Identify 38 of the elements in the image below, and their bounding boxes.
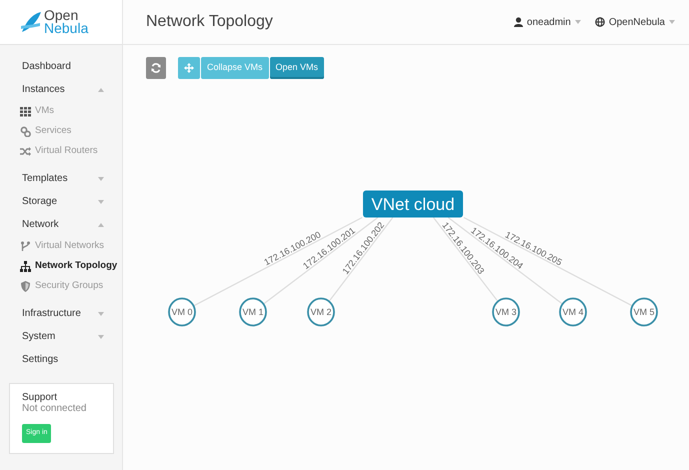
sidebar-item[interactable]: System xyxy=(22,329,56,344)
caret-icon xyxy=(669,20,675,24)
branch-icon xyxy=(20,240,31,252)
globe-icon xyxy=(594,17,605,27)
vm-node[interactable]: VM 3 xyxy=(492,298,520,326)
sidebar-item[interactable]: Instances xyxy=(22,82,65,97)
user-icon xyxy=(514,17,523,27)
refresh-button[interactable] xyxy=(146,57,166,79)
gears-icon xyxy=(20,126,31,136)
vm-node[interactable]: VM 2 xyxy=(307,298,335,326)
caret-icon xyxy=(574,20,581,24)
vm-node[interactable]: VM 1 xyxy=(239,298,267,326)
logo-icon xyxy=(20,10,42,34)
vm-node[interactable]: VM 5 xyxy=(630,298,658,326)
support-status: Not connected xyxy=(22,403,88,414)
vm-node[interactable]: VM 4 xyxy=(559,298,587,326)
sitemap-icon xyxy=(20,260,31,272)
page-title: Network Topology xyxy=(146,12,273,32)
sidebar-item[interactable]: Templates xyxy=(22,171,68,186)
toolbar-button[interactable]: Open VMs xyxy=(270,57,324,79)
sidebar-item[interactable]: Network xyxy=(22,217,59,232)
sidebar-item[interactable]: Storage xyxy=(22,194,58,209)
shuffle-icon xyxy=(20,146,31,156)
logo-text: Open Nebula xyxy=(44,9,88,35)
move-button[interactable] xyxy=(178,57,200,79)
move-icon xyxy=(184,63,194,73)
zone-menu[interactable]: OpenNebula xyxy=(608,14,665,30)
network-node[interactable]: VNet cloud xyxy=(363,190,463,218)
sidebar-subitem[interactable]: Network Topology xyxy=(0,256,122,276)
sidebar-item[interactable]: Settings xyxy=(22,352,58,367)
vm-node[interactable]: VM 0 xyxy=(168,298,196,326)
support-title: Support xyxy=(22,392,58,403)
user-menu[interactable]: oneadmin xyxy=(526,14,571,30)
sidebar-item[interactable]: Infrastructure xyxy=(22,306,81,321)
refresh-icon xyxy=(151,63,161,73)
sidebar-item[interactable]: Dashboard xyxy=(22,59,71,74)
shield-icon xyxy=(20,280,31,292)
grid-icon xyxy=(20,106,31,116)
